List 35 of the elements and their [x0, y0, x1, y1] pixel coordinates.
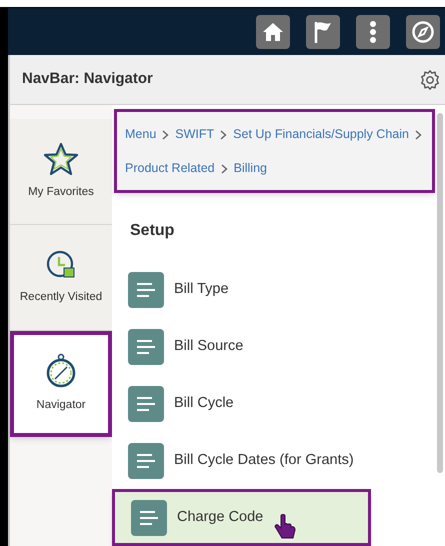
chevron-icon — [220, 164, 228, 174]
breadcrumb-link[interactable]: Product Related — [125, 161, 215, 175]
breadcrumb-link[interactable]: Menu — [125, 127, 156, 141]
settings-icon[interactable] — [419, 68, 441, 90]
menu-item[interactable]: Bill Type — [112, 261, 437, 318]
compass-icon — [45, 353, 77, 390]
sidebar-item[interactable]: My Favorites — [10, 119, 112, 225]
document-icon — [128, 386, 164, 422]
home-button[interactable] — [256, 14, 290, 48]
star-icon — [43, 142, 79, 176]
breadcrumb-link[interactable]: SWIFT — [175, 127, 214, 141]
breadcrumb-link[interactable]: Set Up Financials/Supply Chain — [233, 127, 409, 141]
document-icon — [128, 442, 164, 478]
more-icon — [369, 20, 377, 44]
chevron-icon — [220, 130, 228, 140]
chevron-icon — [414, 130, 422, 140]
menu-item[interactable]: Bill Source — [112, 318, 437, 375]
flag-icon — [313, 20, 333, 44]
document-icon — [131, 500, 167, 536]
navigator-button[interactable] — [406, 14, 440, 48]
panel-title: NavBar: Navigator — [22, 69, 153, 90]
compass-icon — [411, 20, 435, 44]
chevron-icon — [162, 130, 170, 140]
section-title: Setup — [129, 221, 174, 241]
sidebar-item[interactable]: Navigator — [10, 331, 112, 437]
sidebar-item[interactable]: Recently Visited — [10, 225, 112, 331]
breadcrumb-link[interactable]: Billing — [234, 161, 267, 175]
menu-item[interactable]: Bill Cycle Dates (for Grants) — [112, 432, 437, 489]
home-icon — [262, 22, 284, 42]
document-icon — [128, 328, 164, 364]
menu-item[interactable]: Charge Code — [112, 489, 371, 546]
menu-button[interactable] — [356, 14, 390, 48]
document-icon — [128, 272, 164, 308]
menu-item[interactable]: Bill Cycle — [112, 375, 437, 432]
flag-button[interactable] — [306, 14, 340, 48]
